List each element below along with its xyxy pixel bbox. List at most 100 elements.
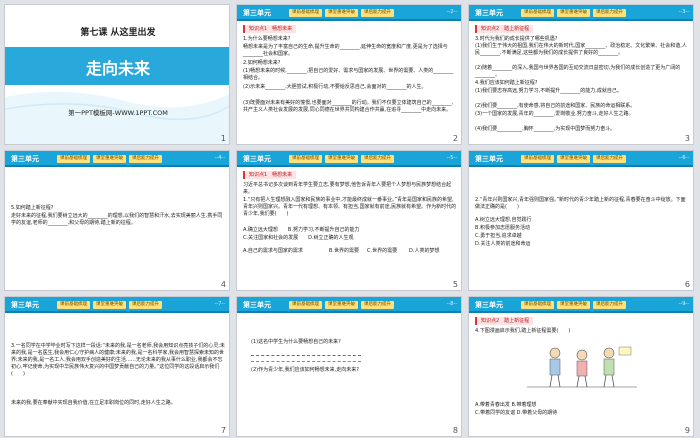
unit-label: 第三单元 [11,155,39,163]
tab-ability[interactable]: 课后能力提升 [129,155,162,163]
text-line: A.确立远大理想 B.努力学习,不断提升自己的能力 [243,227,360,233]
text-line: 未来的我,要在奉献中实现自我价值,在立足本职岗位的同时,走好人生之路。 [11,400,176,406]
knowledge-badge: 知识点2 踏上新征程 [475,317,534,325]
tab-basics[interactable]: 课前基础梳理 [289,155,322,163]
tab-basics[interactable]: 课前基础梳理 [57,301,90,309]
knowledge-badge: 知识点1 畅想未来 [243,171,297,179]
slide-4[interactable]: 第三单元 课前基础梳理 课堂重难突破 课后能力提升 --4-- 5.如何踏上新征… [4,150,230,291]
page-label: --6-- [678,155,689,161]
slide-6[interactable]: 第三单元 课前基础梳理 课堂重难突破 课后能力提升 --6-- 2.“青年兴则国… [468,150,694,291]
unit-label: 第三单元 [243,9,271,17]
text-line: (1)我们要志存高远,努力学习,不断提升________的能力,成就自己。 [475,88,622,94]
tab-focus[interactable]: 课堂重难突破 [325,301,358,309]
text-line: 走好未来的征程,我们要树立远大的________的理想,以我们的智慧和汗水,去实… [11,213,223,226]
slide-header: 第三单元 课前基础梳理 课堂重难突破 课后能力提升 --2-- [237,5,461,21]
tab-ability[interactable]: 课后能力提升 [361,301,394,309]
tab-ability[interactable]: 课后能力提升 [593,9,626,17]
slide-7[interactable]: 第三单元 课前基础梳理 课堂重难突破 课后能力提升 --7-- 3.一名同学在中… [4,296,230,437]
slide-3[interactable]: 第三单元 课前基础梳理 课堂重难突破 课后能力提升 --3-- 知识点2 踏上新… [468,4,694,145]
slide-header: 第三单元 课前基础梳理 课堂重难突破 课后能力提升 --6-- [469,151,693,167]
text-line: 3.一名同学在中学毕业时写下这样一段话:“未来的我,是一名老师,我会用知识点亮孩… [11,343,225,377]
option-ab[interactable]: A.带着青春出发 B.带着理想 [475,401,537,408]
page-label: --5-- [446,155,457,161]
tab-ability[interactable]: 课后能力提升 [129,301,162,309]
tab-basics[interactable]: 课前基础梳理 [521,155,554,163]
question-1: (1)这名中学生为什么要畅想自己的未来? [251,339,341,345]
option-c[interactable]: C.世界的需要 [367,247,397,254]
main-title: 走向未来 [85,59,150,78]
text-line: 2.“青年兴则国家兴,青年强则国家强。”新时代的青少年踏上新的征程,青春要在奋斗… [475,197,686,210]
tab-basics[interactable]: 课前基础梳理 [289,9,322,17]
text-line: 1.“只有把人生理想融入国家和民族的事业中,才能最终成就一番事业。”青年是国家和… [243,197,457,217]
tab-focus[interactable]: 课堂重难突破 [93,155,126,163]
slide-header: 第三单元 课前基础梳理 课堂重难突破 课后能力提升 --4-- [5,151,229,167]
tab-focus[interactable]: 课堂重难突破 [325,155,358,163]
slide-header: 第三单元 课前基础梳理 课堂重难突破 课后能力提升 --5-- [237,151,461,167]
option-a[interactable]: A.树立远大理想,自觉践行 [475,217,689,224]
text-line: (2)我们要________,有使命感,将自己的前途和国家、民族的命运相联系。 [475,103,636,109]
option-b[interactable]: B.世界的需要 [329,247,359,254]
slide-9[interactable]: 第三单元 课前基础梳理 课堂重难突破 课后能力提升 --9-- 知识点2 踏上新… [468,296,694,437]
cartoon-image [527,341,637,395]
text-line: (1)畅想未来的时候,________,把自己的爱好、需求与国家的发展、世界的需… [243,68,454,81]
tab-ability[interactable]: 课后能力提升 [593,301,626,309]
slide-number: 2 [452,134,458,143]
slide-number: 3 [684,134,690,143]
slide-5[interactable]: 第三单元 课前基础梳理 课堂重难突破 课后能力提升 --5-- 知识点1 畅想未… [236,150,462,291]
option-d[interactable]: D.人类的梦想 [409,247,439,254]
tab-ability[interactable]: 课后能力提升 [593,155,626,163]
slide-header: 第三单元 课前基础梳理 课堂重难突破 课后能力提升 --8-- [237,297,461,313]
brand-text: 第一PPT模板网-WWW.1PPT.COM [68,109,168,117]
text-line: (2)示未来________,大胆尝试,积极行动,不要给反思自己,会面对的___… [243,84,427,90]
unit-label: 第三单元 [243,155,271,163]
page-label: --4-- [214,155,225,161]
option-b[interactable]: B.积极参加志愿服务活动 [475,225,689,232]
option-a[interactable]: A.自己的需求与国家的需求 [243,247,303,254]
question-text: 4.下图漫画启示我们,踏上新征程需要( ) [475,328,571,334]
tab-ability[interactable]: 课后能力提升 [361,155,394,163]
slide-number: 8 [452,426,458,435]
text-line: 5.如何踏上新征程? [11,205,54,211]
text-line: 2.如何畅想未来? [243,60,281,66]
option-c[interactable]: C.勇于担当,追求卓越 [475,233,689,240]
slide-number: 4 [220,280,226,289]
slide-number: 5 [452,280,458,289]
slide-number: 6 [684,280,690,289]
knowledge-badge: 知识点1 畅想未来 [243,25,297,33]
text-line: 3.时代为我们的成长提供了哪些机遇? [475,36,558,42]
answer-line [251,355,361,356]
unit-label: 第三单元 [243,301,271,309]
tab-focus[interactable]: 课堂重难突破 [325,9,358,17]
text-line: (3)一个国家的发展,青年的________,爱岗敬业,努力奋斗,走好人生之路。 [475,111,634,117]
slide-number: 1 [220,134,226,143]
text-line: 1.为什么要畅想未来? [243,36,291,42]
option-d[interactable]: D.关注人类的前途和命运 [475,241,689,248]
unit-label: 第三单元 [475,155,503,163]
slide-header: 第三单元 课前基础梳理 课堂重难突破 课后能力提升 --3-- [469,5,693,21]
text-line: (2)随着________的深入,我国与世界各国的互动交流日益密切,为我们的成长… [475,65,681,78]
knowledge-badge: 知识点2 踏上新征程 [475,25,534,33]
tab-focus[interactable]: 课堂重难突破 [557,9,590,17]
text-line: (4)我们要__________,胸怀________,为实现中国梦而努力奋斗。 [475,126,616,132]
unit-label: 第三单元 [475,301,503,309]
question-2: (2)作为青少年,我们应该如何畅想未来,走向未来? [251,367,359,373]
text-line: (3)既要面对未来有美好的憧憬,也要面对________的行动。我们不仅要立体建… [243,100,454,113]
answer-line [251,361,361,362]
tab-focus[interactable]: 课堂重难突破 [557,155,590,163]
slide-8[interactable]: 第三单元 课前基础梳理 课堂重难突破 课后能力提升 --8-- (1)这名中学生… [236,296,462,437]
tab-basics[interactable]: 课前基础梳理 [521,301,554,309]
option-cd[interactable]: C.带着同学的友谊 D.带着父母的期待 [475,409,557,416]
page-label: --2-- [446,9,457,15]
tab-basics[interactable]: 课前基础梳理 [289,301,322,309]
page-label: --3-- [678,9,689,15]
tab-basics[interactable]: 课前基础梳理 [57,155,90,163]
page-label: --7-- [214,301,225,307]
slide-2[interactable]: 第三单元 课前基础梳理 课堂重难突破 课后能力提升 --2-- 知识点1 畅想未… [236,4,462,145]
tab-ability[interactable]: 课后能力提升 [361,9,394,17]
slide-1[interactable]: 第七课 从这里出发 走向未来 第一PPT模板网-WWW.1PPT.COM [4,4,230,145]
text-line: (1)我们生于伟大的祖国,我们在伟大的新时代,国家________、政治稳定、文… [475,43,687,56]
page-label: --8-- [446,301,457,307]
tab-basics[interactable]: 课前基础梳理 [521,9,554,17]
tab-focus[interactable]: 课堂重难突破 [93,301,126,309]
tab-focus[interactable]: 课堂重难突破 [557,301,590,309]
